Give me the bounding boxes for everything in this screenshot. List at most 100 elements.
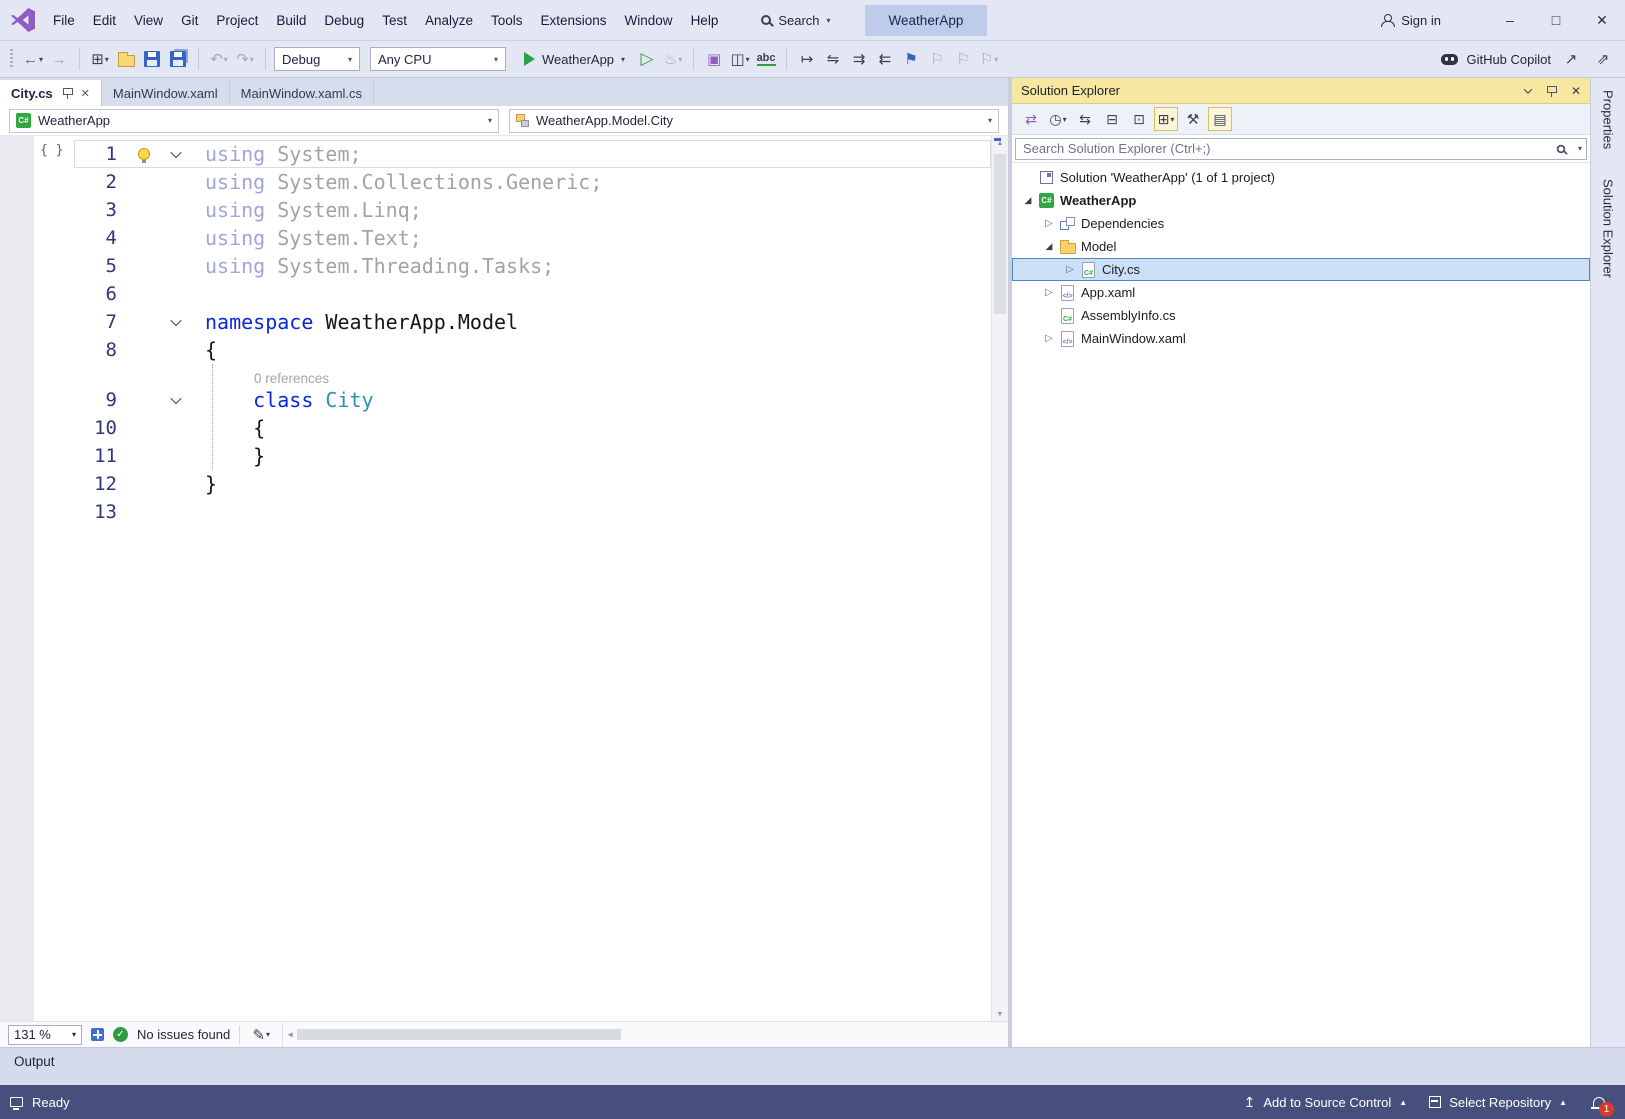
expander-icon[interactable]: ▷: [1041, 218, 1057, 229]
output-tab[interactable]: Output: [14, 1054, 55, 1069]
editor-tab-mainwindow.xaml[interactable]: MainWindow.xaml: [102, 80, 230, 106]
menu-analyze[interactable]: Analyze: [416, 7, 482, 34]
pin-icon[interactable]: [1545, 85, 1557, 97]
close-icon[interactable]: ✕: [81, 87, 90, 100]
next-bookmark-button[interactable]: ⚐: [951, 46, 975, 72]
fold-chevron-icon[interactable]: [170, 392, 182, 405]
menu-git[interactable]: Git: [172, 7, 207, 34]
transpose-lines-button[interactable]: ⇋: [821, 46, 845, 72]
tree-item-dependencies[interactable]: ▷ Dependencies: [1012, 212, 1590, 235]
code-cleanup-button[interactable]: ✎ ▾: [249, 1022, 273, 1048]
fold-chevron-icon[interactable]: [170, 146, 182, 159]
close-icon[interactable]: ✕: [1571, 84, 1581, 98]
minimize-button[interactable]: –: [1487, 0, 1533, 40]
spell-checker-button[interactable]: abc: [754, 46, 778, 72]
find-in-files-button[interactable]: ▣: [702, 46, 726, 72]
navigate-backward-button[interactable]: ← ▾: [21, 46, 45, 72]
side-tab-properties[interactable]: Properties: [1601, 90, 1616, 149]
scrollbar-thumb[interactable]: [297, 1029, 621, 1040]
menu-edit[interactable]: Edit: [84, 7, 125, 34]
save-button[interactable]: [140, 46, 164, 72]
document-health-icon[interactable]: [91, 1028, 104, 1041]
close-button[interactable]: ✕: [1579, 0, 1625, 40]
editor-tab-mainwindow.xaml.cs[interactable]: MainWindow.xaml.cs: [230, 80, 375, 106]
editor-tab-city.cs[interactable]: City.cs ✕: [0, 80, 102, 106]
preview-selected-items-toggle[interactable]: ▤: [1208, 107, 1232, 131]
switch-views-button[interactable]: ⇆: [1073, 107, 1097, 131]
side-tab-solution-explorer[interactable]: Solution Explorer: [1601, 179, 1616, 278]
new-item-button[interactable]: ⊞ ▾: [88, 46, 112, 72]
quick-actions-lightbulb-icon[interactable]: [138, 148, 150, 163]
tree-item-mainwindow.xaml[interactable]: ▷ </> MainWindow.xaml: [1012, 327, 1590, 350]
menu-window[interactable]: Window: [616, 7, 682, 34]
tree-item-weatherapp[interactable]: ◢ C# WeatherApp: [1012, 189, 1590, 212]
notifications-button[interactable]: 1: [1590, 1095, 1614, 1117]
previous-bookmark-button[interactable]: ⚐: [925, 46, 949, 72]
tree-item-solution-weatherapp-1-of-1-project[interactable]: Solution 'WeatherApp' (1 of 1 project): [1012, 166, 1590, 189]
clear-bookmarks-button[interactable]: ⚐ ▾: [977, 46, 1001, 72]
undo-button[interactable]: ↶ ▾: [207, 46, 231, 72]
share-button[interactable]: ↗: [1559, 46, 1583, 72]
redo-button[interactable]: ↷ ▾: [233, 46, 257, 72]
tree-item-model[interactable]: ◢ Model: [1012, 235, 1590, 258]
expander-icon[interactable]: ◢: [1020, 195, 1036, 206]
scroll-down-icon[interactable]: ▼: [992, 1007, 1008, 1021]
properties-wrench-button[interactable]: ⚒: [1181, 107, 1205, 131]
expander-icon[interactable]: ▷: [1062, 264, 1078, 275]
pending-changes-filter-button[interactable]: ◷ ▾: [1046, 107, 1070, 131]
horizontal-scrollbar[interactable]: ◄: [282, 1022, 1008, 1047]
scroll-left-icon[interactable]: ◄: [286, 1030, 294, 1039]
sync-with-active-document-button[interactable]: ⇄: [1019, 107, 1043, 131]
menu-view[interactable]: View: [125, 7, 172, 34]
project-dropdown[interactable]: C# WeatherApp ▾: [9, 108, 499, 133]
collapse-all-button[interactable]: ⊟: [1100, 107, 1124, 131]
tree-item-app.xaml[interactable]: ▷ </> App.xaml: [1012, 281, 1590, 304]
save-all-button[interactable]: [166, 46, 190, 72]
solution-explorer-header[interactable]: Solution Explorer ✕: [1012, 78, 1590, 104]
expander-icon[interactable]: ▷: [1041, 287, 1057, 298]
maximize-button[interactable]: □: [1533, 0, 1579, 40]
menu-test[interactable]: Test: [373, 7, 416, 34]
toolbar-grip[interactable]: [10, 49, 13, 69]
solution-configuration-dropdown[interactable]: Debug ▾: [274, 47, 360, 71]
expander-icon[interactable]: ◢: [1041, 241, 1057, 252]
scrollbar-thumb[interactable]: [994, 154, 1006, 314]
open-file-button[interactable]: [114, 46, 138, 72]
menu-tools[interactable]: Tools: [482, 7, 532, 34]
start-without-debugging-button[interactable]: ▷: [635, 46, 659, 72]
navigate-forward-button[interactable]: →: [47, 46, 71, 72]
fold-chevron-icon[interactable]: [170, 314, 182, 327]
add-to-source-control-button[interactable]: ↥ Add to Source Control ▲: [1244, 1094, 1408, 1111]
type-member-dropdown[interactable]: WeatherApp.Model.City ▾: [509, 108, 999, 133]
codelens-references[interactable]: 0 references: [254, 371, 329, 386]
toggle-bookmark-button[interactable]: ⚑: [899, 46, 923, 72]
feedback-button[interactable]: ⇗: [1591, 46, 1615, 72]
window-position-chevron-icon[interactable]: [1523, 84, 1533, 94]
menu-file[interactable]: File: [44, 7, 84, 34]
chevron-down-icon[interactable]: ▾: [1578, 144, 1582, 153]
line-margin-button[interactable]: ↦: [795, 46, 819, 72]
indent-button[interactable]: ⇉: [847, 46, 871, 72]
hot-reload-button[interactable]: ♨ ▾: [661, 46, 685, 72]
window-layout-button[interactable]: ◫ ▾: [728, 46, 752, 72]
menu-debug[interactable]: Debug: [315, 7, 373, 34]
search-control[interactable]: Search ▾: [753, 9, 838, 32]
menu-extensions[interactable]: Extensions: [532, 7, 616, 34]
start-debugging-button[interactable]: WeatherApp ▾: [516, 46, 633, 72]
menu-build[interactable]: Build: [267, 7, 315, 34]
menu-project[interactable]: Project: [207, 7, 267, 34]
menu-help[interactable]: Help: [682, 7, 728, 34]
solution-platform-dropdown[interactable]: Any CPU ▾: [370, 47, 506, 71]
tree-item-city.cs[interactable]: ▷ C# City.cs: [1012, 258, 1590, 281]
code-editor[interactable]: { } 1 using System; 2 using System.Collecti…: [0, 136, 1008, 1021]
sign-in-button[interactable]: Sign in: [1380, 13, 1441, 28]
tree-item-assemblyinfo.cs[interactable]: C# AssemblyInfo.cs: [1012, 304, 1590, 327]
issues-status-label[interactable]: No issues found: [137, 1027, 230, 1042]
expander-icon[interactable]: ▷: [1041, 333, 1057, 344]
show-all-files-toggle[interactable]: ⊞ ▾: [1154, 107, 1178, 131]
zoom-dropdown[interactable]: 131 % ▾: [8, 1024, 82, 1045]
pin-icon[interactable]: [61, 87, 73, 99]
copilot-label[interactable]: GitHub Copilot: [1466, 52, 1551, 67]
select-repository-button[interactable]: Select Repository ▲: [1429, 1095, 1567, 1110]
outdent-button[interactable]: ⇇: [873, 46, 897, 72]
